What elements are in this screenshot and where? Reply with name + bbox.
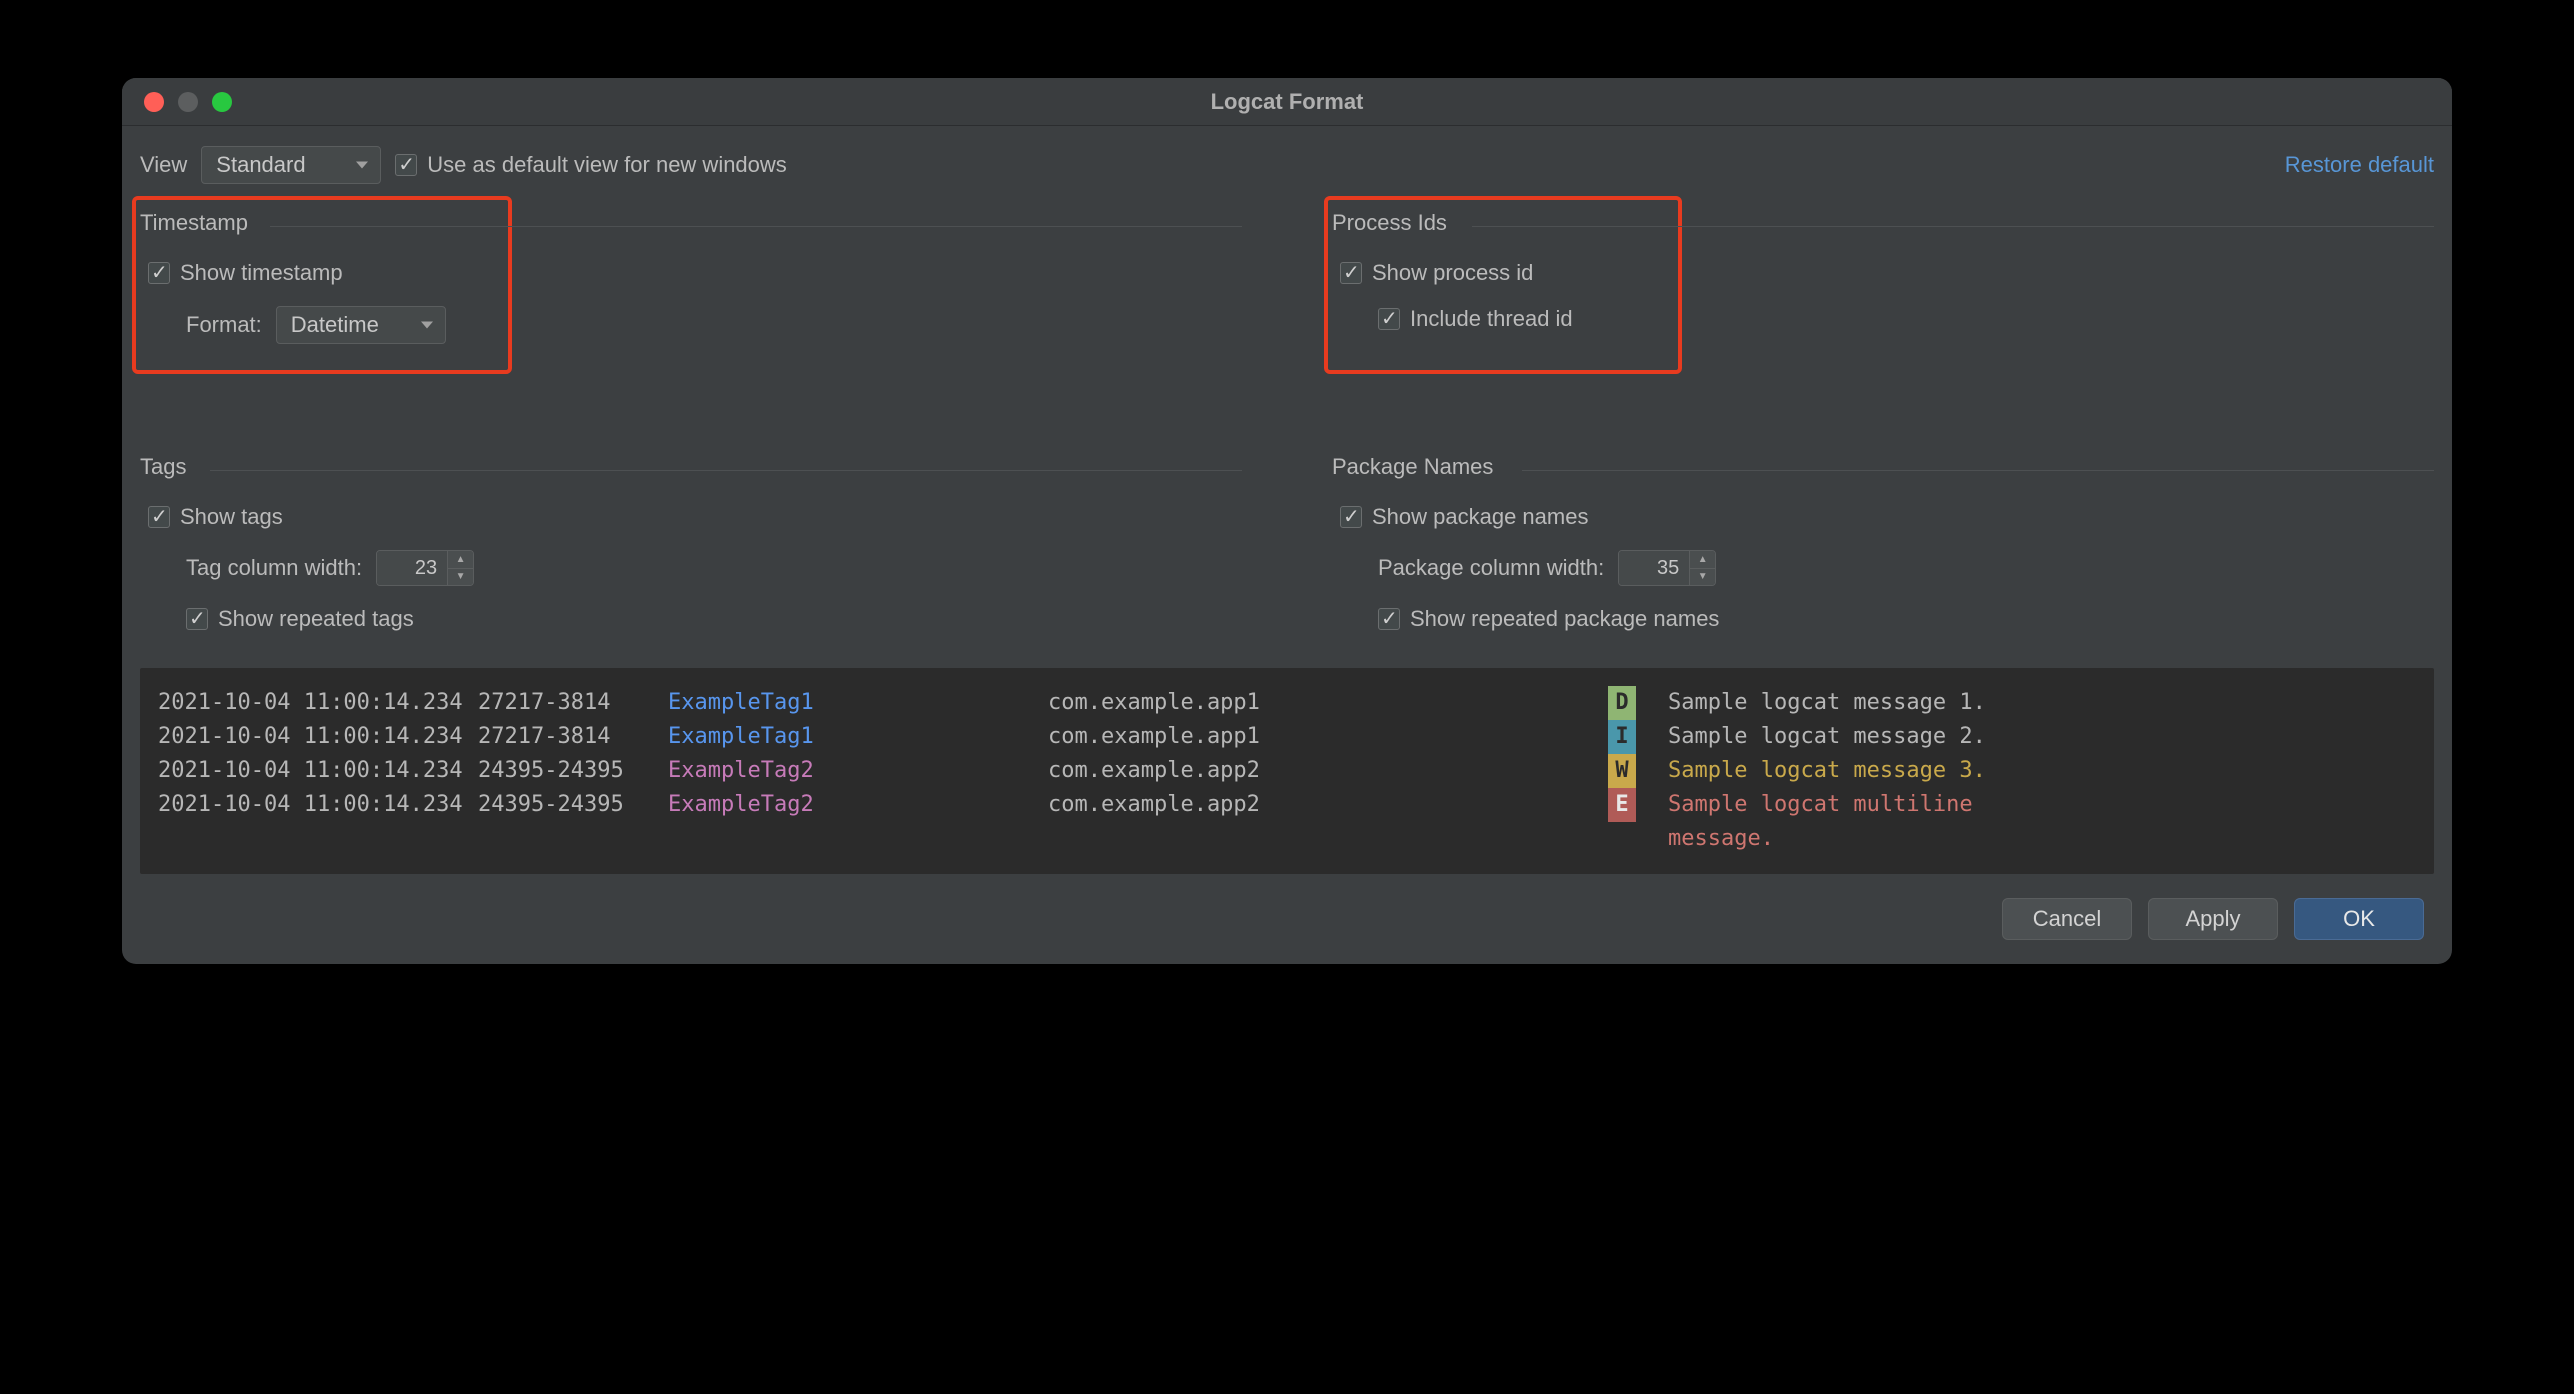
tag-width-label: Tag column width: xyxy=(186,555,362,581)
format-label: Format: xyxy=(186,312,262,338)
tag-width-stepper[interactable]: ▲▼ xyxy=(376,550,474,586)
show-timestamp-label: Show timestamp xyxy=(180,260,343,286)
restore-default-link[interactable]: Restore default xyxy=(2285,152,2434,178)
include-thread-id-label: Include thread id xyxy=(1410,306,1573,332)
checkbox-icon xyxy=(1378,608,1400,630)
log-row-continuation: message. xyxy=(158,822,2416,856)
package-width-label: Package column width: xyxy=(1378,555,1604,581)
dialog-content: View Standard Use as default view for ne… xyxy=(122,126,2452,964)
view-label: View xyxy=(140,152,187,178)
package-width-stepper[interactable]: ▲▼ xyxy=(1618,550,1716,586)
window-title: Logcat Format xyxy=(122,89,2452,115)
show-repeated-packages-checkbox[interactable]: Show repeated package names xyxy=(1378,606,1719,632)
format-select[interactable]: Datetime xyxy=(276,306,446,344)
show-process-id-label: Show process id xyxy=(1372,260,1533,286)
group-tags: Tags Show tags Tag column width: ▲▼ xyxy=(140,384,1242,632)
separator xyxy=(270,226,1242,227)
checkbox-icon xyxy=(1340,506,1362,528)
show-package-names-label: Show package names xyxy=(1372,504,1588,530)
checkbox-icon xyxy=(186,608,208,630)
view-select[interactable]: Standard xyxy=(201,146,381,184)
log-preview: 2021-10-04 11:00:14.23427217-3814Example… xyxy=(140,668,2434,874)
separator xyxy=(1472,226,2434,227)
checkbox-icon xyxy=(395,154,417,176)
show-repeated-packages-label: Show repeated package names xyxy=(1410,606,1719,632)
group-package-names: Package Names Show package names Package… xyxy=(1332,384,2434,632)
group-timestamp: Timestamp Show timestamp Format: Datetim… xyxy=(140,202,1242,344)
dialog-footer: Cancel Apply OK xyxy=(140,874,2434,946)
window-controls xyxy=(144,92,232,112)
log-row: 2021-10-04 11:00:14.23427217-3814Example… xyxy=(158,720,2416,754)
tag-width-input[interactable] xyxy=(377,551,447,585)
titlebar: Logcat Format xyxy=(122,78,2452,126)
log-row: 2021-10-04 11:00:14.23424395-24395Exampl… xyxy=(158,754,2416,788)
format-select-value: Datetime xyxy=(291,312,379,338)
default-view-checkbox[interactable]: Use as default view for new windows xyxy=(395,152,787,178)
top-toolbar: View Standard Use as default view for ne… xyxy=(140,140,2434,202)
default-view-label: Use as default view for new windows xyxy=(427,152,787,178)
group-process-ids: Process Ids Show process id Include thre… xyxy=(1332,202,2434,344)
settings-grid: Timestamp Show timestamp Format: Datetim… xyxy=(140,202,2434,632)
stepper-icon[interactable]: ▲▼ xyxy=(447,551,473,585)
show-tags-checkbox[interactable]: Show tags xyxy=(148,504,1242,530)
stepper-icon[interactable]: ▲▼ xyxy=(1689,551,1715,585)
checkbox-icon xyxy=(148,262,170,284)
log-row: 2021-10-04 11:00:14.23427217-3814Example… xyxy=(158,686,2416,720)
show-process-id-checkbox[interactable]: Show process id xyxy=(1340,260,2434,286)
maximize-icon[interactable] xyxy=(212,92,232,112)
show-tags-label: Show tags xyxy=(180,504,283,530)
checkbox-icon xyxy=(1378,308,1400,330)
minimize-icon[interactable] xyxy=(178,92,198,112)
show-repeated-tags-checkbox[interactable]: Show repeated tags xyxy=(186,606,414,632)
ok-button[interactable]: OK xyxy=(2294,898,2424,940)
checkbox-icon xyxy=(148,506,170,528)
include-thread-id-checkbox[interactable]: Include thread id xyxy=(1378,306,1573,332)
cancel-button[interactable]: Cancel xyxy=(2002,898,2132,940)
apply-button[interactable]: Apply xyxy=(2148,898,2278,940)
view-select-value: Standard xyxy=(216,152,305,178)
show-package-names-checkbox[interactable]: Show package names xyxy=(1340,504,2434,530)
separator xyxy=(210,470,1242,471)
dialog-window: Logcat Format View Standard Use as defau… xyxy=(122,78,2452,964)
separator xyxy=(1522,470,2434,471)
checkbox-icon xyxy=(1340,262,1362,284)
log-row: 2021-10-04 11:00:14.23424395-24395Exampl… xyxy=(158,788,2416,822)
package-width-input[interactable] xyxy=(1619,551,1689,585)
close-icon[interactable] xyxy=(144,92,164,112)
show-repeated-tags-label: Show repeated tags xyxy=(218,606,414,632)
show-timestamp-checkbox[interactable]: Show timestamp xyxy=(148,260,1242,286)
